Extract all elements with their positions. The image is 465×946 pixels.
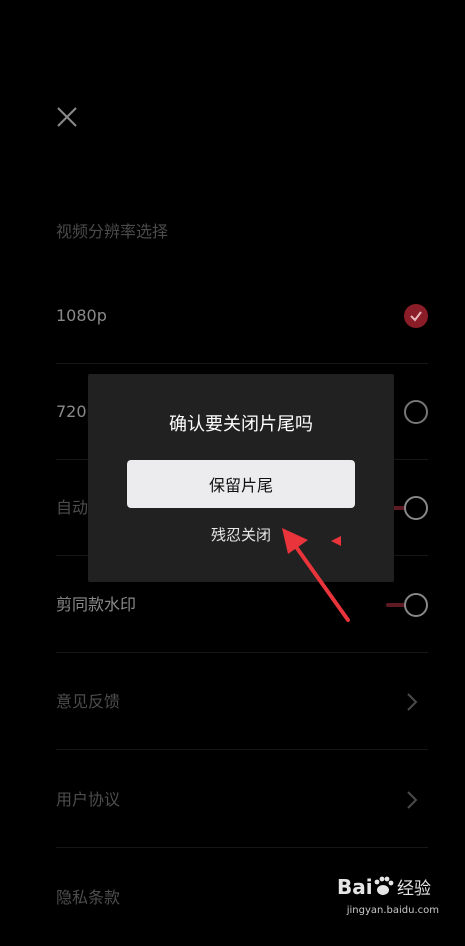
- radio-unchecked-icon[interactable]: [404, 400, 428, 424]
- divider: [56, 652, 428, 653]
- divider: [56, 749, 428, 750]
- divider: [56, 847, 428, 848]
- option-label: 自动: [56, 498, 89, 517]
- keep-outro-button[interactable]: 保留片尾: [127, 460, 355, 508]
- watermark-toggle[interactable]: [386, 593, 428, 617]
- section-title-resolution: 视频分辨率选择: [56, 222, 169, 241]
- toggle-knob[interactable]: [404, 496, 428, 520]
- menu-item-feedback[interactable]: 意见反馈: [56, 654, 428, 750]
- option-label: 1080p: [56, 306, 107, 325]
- baidu-logo-icon: Bai 经验: [337, 875, 431, 899]
- svg-text:经验: 经验: [397, 879, 431, 899]
- menu-label: 意见反馈: [56, 692, 121, 711]
- toggle-knob[interactable]: [404, 593, 428, 617]
- menu-label: 隐私条款: [56, 888, 121, 907]
- baidu-jingyan-watermark: Bai 经验 jingyan.baidu.com: [335, 872, 445, 916]
- menu-label: 用户协议: [56, 790, 121, 809]
- close-icon[interactable]: [54, 104, 80, 130]
- watermark-url: jingyan.baidu.com: [346, 905, 439, 916]
- dialog-title: 确认要关闭片尾吗: [169, 414, 313, 435]
- settings-screen: 视频分辨率选择 1080p 720p 自动 剪同款水印 意见反馈 用户协议 隐私…: [0, 0, 465, 924]
- chevron-right-icon: [402, 790, 422, 810]
- menu-item-user-agreement[interactable]: 用户协议: [56, 752, 428, 848]
- svg-text:Bai: Bai: [337, 875, 373, 899]
- chevron-right-icon: [402, 692, 422, 712]
- option-1080p[interactable]: 1080p: [56, 268, 428, 364]
- checkmark-icon[interactable]: [404, 304, 428, 328]
- annotation-arrow-icon: [282, 528, 350, 622]
